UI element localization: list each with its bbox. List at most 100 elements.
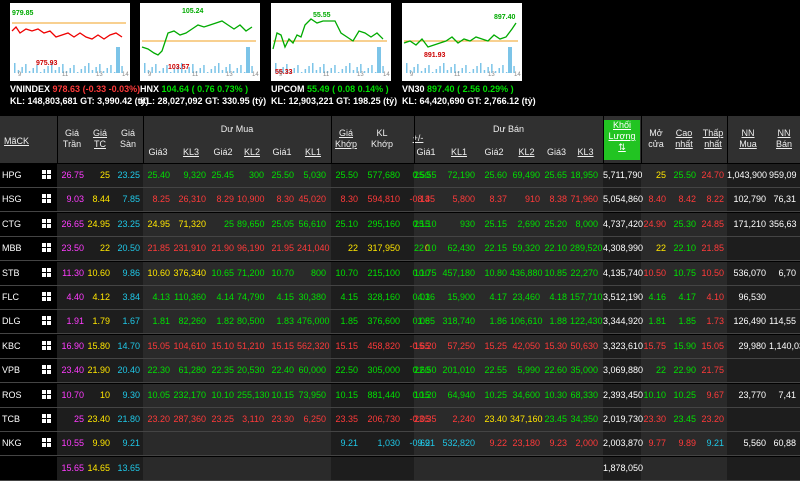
data-cell: 9.03 [66,194,84,205]
data-cell: 206,730 [367,414,400,424]
col-header-skl1[interactable]: KL1 [440,147,478,158]
symbol-cell[interactable]: ROS [2,384,22,407]
data-cell: 34,600 [512,389,540,400]
col-header-kl2[interactable]: KL2 [237,147,267,158]
data-cell: 1.91 [66,316,84,327]
chart-grid-icon[interactable] [42,170,52,180]
col-header-s2[interactable]: Giá2 [478,147,510,158]
table-row[interactable]: MBB 23.50 22 20.50 21.85 231,910 21.90 96,190 21… [0,237,800,261]
data-cell: 16.90 [61,340,84,351]
table-row[interactable]: HSG 9.03 8.44 7.85 8.25 26,310 8.29 10,900 8.30 4… [0,188,800,212]
table-row[interactable]: DLG 1.91 1.79 1.67 1.81 82,260 1.82 80,500 1.83 4… [0,310,800,334]
symbol-cell[interactable]: MBB [2,237,22,260]
data-cell: 74,790 [237,292,265,302]
data-cell: 5,030 [303,170,326,180]
symbol-cell[interactable]: FLC [2,286,19,309]
col-header-nn-buy[interactable]: NN Mua [727,128,769,150]
col-header-s1[interactable]: Giá1 [414,147,438,158]
col-header-kl3[interactable]: KL3 [173,147,209,158]
data-cell: 23,460 [512,292,540,302]
col-header-match-price[interactable]: Giá Khớp [331,128,361,150]
symbol-cell[interactable]: HPG [2,164,22,187]
data-cell [643,457,666,480]
symbol-cell[interactable]: DLG [2,310,21,333]
data-cell: 457,180 [442,267,475,278]
col-header-symbol[interactable]: MãCK [4,136,44,147]
col-header-skl2[interactable]: KL2 [510,147,543,158]
symbol-cell[interactable]: STB [2,262,20,285]
data-cell: 25.50 [271,170,294,180]
table-row[interactable]: STB 11.30 10.60 9.86 10.60 376,340 10.65 71,200… [0,261,800,285]
data-cell [143,457,170,480]
chart-grid-icon[interactable] [42,340,52,351]
chart-grid-icon[interactable] [42,365,52,375]
data-cell: 14.65 [87,462,110,473]
col-header-kl1[interactable]: KL1 [297,147,329,158]
chart-grid-icon[interactable] [42,414,52,424]
col-header-nn-sell[interactable]: NN Bán [769,128,799,150]
data-cell: 3,344,920 [603,316,644,327]
symbol-cell[interactable]: TCB [2,408,20,431]
col-header-total-vol[interactable]: Khối Lượng ⇅ [604,120,640,160]
data-cell [331,457,358,480]
header-separator [641,116,642,163]
data-cell: 22 [655,243,666,254]
table-row[interactable]: NKG 10.55 9.90 9.21 9.21 1,030 -0.69 9.21 532,82… [0,432,800,456]
table-row[interactable]: TCB 25 23.40 21.80 23.20 287,360 23.25 3,110 23.… [0,408,800,431]
col-header-match-vol[interactable]: KL Khớp [361,128,403,150]
chart-grid-icon[interactable] [42,267,52,278]
data-cell: 34,350 [570,414,598,424]
chart-grid-icon[interactable] [42,438,52,448]
chart-grid-icon[interactable] [42,218,52,229]
data-cell [267,432,294,455]
col-header-high[interactable]: Cao nhất [669,128,699,150]
symbol-cell[interactable]: CTG [2,213,21,236]
symbol-cell[interactable]: NKG [2,432,22,455]
col-header-s3[interactable]: Giá3 [543,147,570,158]
col-header-g3[interactable]: Giá3 [143,147,173,158]
data-cell: 9.89 [678,438,696,449]
table-row[interactable]: HPG 26.75 25 23.25 25.40 9,320 25.45 300 25.50 5,… [0,164,800,187]
col-header-open[interactable]: Mở cửa [643,128,669,150]
data-cell [669,457,696,480]
data-cell: 1.83 [276,316,294,327]
data-cell: 8.42 [678,194,696,205]
chart-grid-icon[interactable] [42,389,52,400]
data-cell: 800 [310,267,326,278]
data-cell: 26.75 [61,170,84,180]
col-header-g1[interactable]: Giá1 [267,147,297,158]
chart-grid-icon[interactable] [42,194,52,204]
col-header-ceil[interactable]: Giá Trần [57,128,87,150]
col-header-low[interactable]: Thấp nhất [699,128,727,150]
chart-grid-icon[interactable] [42,243,52,253]
data-cell: 102,790 [733,194,766,205]
data-cell [769,359,796,382]
data-cell: 21.85 [147,243,170,254]
data-cell: 22.40 [271,365,294,376]
data-cell: 20.40 [117,365,140,376]
data-cell: 23.50 [61,243,84,254]
table-row[interactable]: KBC 16.90 15.80 14.70 15.05 104,610 15.10 51,21… [0,334,800,358]
symbol-cell[interactable]: VPB [2,359,20,382]
table-row[interactable]: 15.65 14.65 13.65 1,878,050 [0,456,800,480]
data-cell: 56,610 [298,218,326,229]
table-row[interactable]: CTG 26.65 24.95 23.25 24.95 71,320 25 89,650 25.… [0,212,800,236]
index-low-label: 103.57 [168,64,190,71]
col-header-ref[interactable]: Giá TC [87,128,113,150]
col-header-g2[interactable]: Giá2 [209,147,237,158]
index-time-tick: 9 [279,72,283,78]
index-time-tick: 9 [18,72,22,78]
table-row[interactable]: ROS 10.70 10 9.30 10.05 232,170 10.10 255,130 10… [0,383,800,407]
chart-grid-icon[interactable] [42,316,52,326]
col-header-floor[interactable]: Giá Sàn [113,128,143,150]
symbol-cell[interactable]: HSG [2,188,22,211]
data-cell: 24.85 [701,218,724,229]
data-cell: 532,820 [442,438,475,449]
col-header-skl3[interactable]: KL3 [570,147,601,158]
table-row[interactable]: VPB 23.40 21.90 20.40 22.30 61,280 22.35 20,530… [0,359,800,383]
symbol-cell[interactable]: KBC [2,335,21,358]
chart-grid-icon[interactable] [42,292,52,302]
data-cell [769,286,796,309]
table-row[interactable]: FLC 4.40 4.12 3.84 4.13 110,360 4.14 74,790 4.15… [0,286,800,309]
data-cell: 1.81 [648,316,666,327]
